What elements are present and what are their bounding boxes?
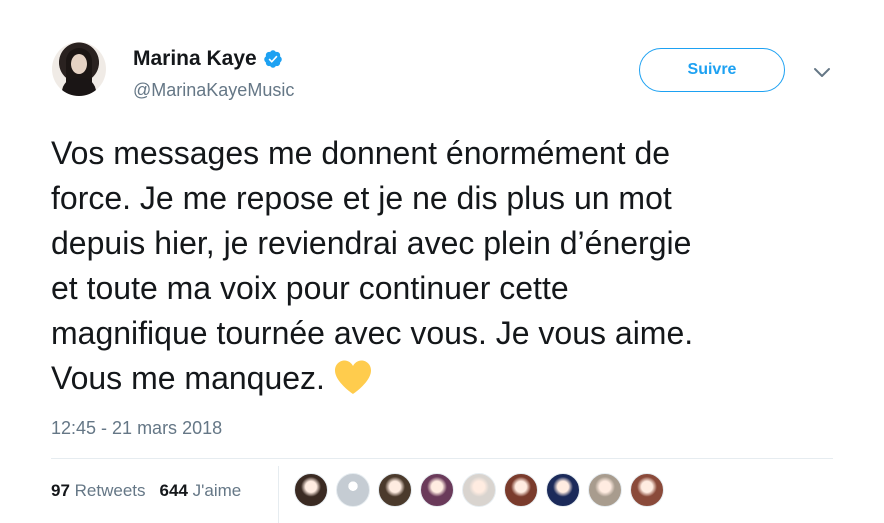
author-handle[interactable]: @MarinaKayeMusic	[133, 80, 294, 101]
divider	[51, 458, 833, 459]
liker-avatar-icon[interactable]	[588, 473, 622, 507]
liker-avatar-icon[interactable]	[546, 473, 580, 507]
liker-avatar-icon[interactable]	[630, 473, 664, 507]
retweets-stat[interactable]: 97 Retweets	[51, 481, 146, 501]
tweet-body: Vos messages me donnent énormément de fo…	[51, 135, 694, 396]
avatar-body-shape	[62, 78, 96, 96]
liker-avatar-icon[interactable]	[504, 473, 538, 507]
default-avatar-icon[interactable]	[336, 473, 370, 507]
author-avatar[interactable]	[52, 42, 106, 96]
yellow-heart-icon	[334, 360, 371, 394]
liker-avatar-icon[interactable]	[294, 473, 328, 507]
verified-badge-icon	[263, 50, 282, 68]
follow-button[interactable]: Suivre	[639, 48, 785, 92]
tweet-text: Vos messages me donnent énormément de fo…	[51, 131, 841, 401]
likes-count: 644	[159, 481, 188, 500]
likes-label: J'aime	[192, 481, 242, 500]
liker-avatar-icon[interactable]	[420, 473, 454, 507]
retweets-count: 97	[51, 481, 70, 500]
tweet-stats: 97 Retweets 644 J'aime	[51, 481, 241, 501]
retweets-label: Retweets	[74, 481, 146, 500]
likers-avatar-list	[294, 473, 664, 507]
liker-avatar-icon[interactable]	[462, 473, 496, 507]
avatar-face-shape	[71, 54, 87, 74]
likes-stat[interactable]: 644 J'aime	[160, 481, 242, 501]
stats-separator	[278, 466, 279, 523]
tweet-timestamp[interactable]: 12:45 - 21 mars 2018	[51, 418, 222, 439]
author-name-row: Marina Kaye	[133, 47, 283, 71]
author-name[interactable]: Marina Kaye	[133, 47, 257, 71]
liker-avatar-icon[interactable]	[378, 473, 412, 507]
chevron-down-icon[interactable]	[813, 66, 831, 80]
